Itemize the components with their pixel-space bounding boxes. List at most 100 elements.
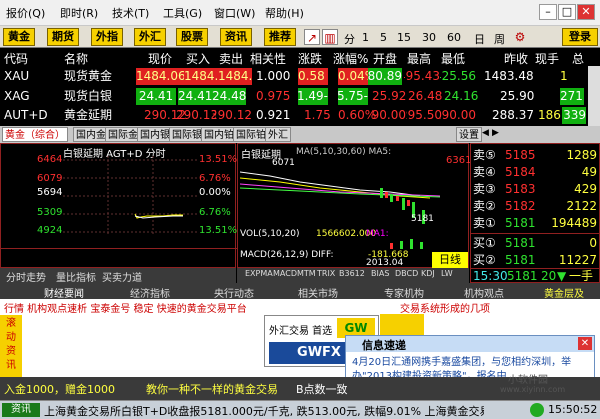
low-marker: 5181 [411, 214, 434, 224]
menu-help[interactable]: 帮助(H) [265, 5, 304, 21]
tab-central-bank[interactable]: 央行动态 [214, 285, 254, 300]
row-corr: 0.975 [256, 89, 291, 103]
tab-domestic-silver[interactable]: 国内银 [137, 127, 173, 142]
period-30[interactable]: 30 [422, 31, 436, 44]
col-code[interactable]: 代码 [4, 50, 28, 67]
arrow-left-icon[interactable]: ◀ [482, 128, 492, 140]
close-icon[interactable]: ✕ [577, 4, 595, 20]
period-1[interactable]: 1 [362, 31, 369, 44]
menu-tools[interactable]: 工具(G) [163, 5, 202, 21]
tab-domestic-platinum[interactable]: 国内铂 [201, 127, 237, 142]
period-15[interactable]: 15 [397, 31, 411, 44]
candle-chart-icon[interactable]: ▥ [322, 29, 338, 45]
period-60[interactable]: 60 [447, 31, 461, 44]
col-total[interactable]: 总 [572, 50, 584, 67]
arrow-right-icon[interactable]: ▶ [492, 128, 502, 140]
tab-kdj[interactable]: KDJ [421, 269, 435, 278]
login-button[interactable]: 登录 [562, 28, 598, 46]
col-open[interactable]: 开盘 [373, 50, 397, 67]
period-day[interactable]: 日 [474, 31, 485, 47]
stocks-button[interactable]: 股票 [176, 28, 208, 46]
tab-gold-all[interactable]: 黄金（综合） [2, 127, 68, 142]
side-char: 资 [6, 346, 16, 357]
promo-mid[interactable]: 教你一种不一样的黄金交易 [146, 381, 278, 397]
tab-macd[interactable]: MACD [273, 269, 297, 278]
promo-right[interactable]: B点数一致 [296, 381, 348, 397]
col-price[interactable]: 现价 [148, 50, 172, 67]
menu-quote[interactable]: 报价(Q) [6, 5, 45, 21]
menu-realtime[interactable]: 即时(R) [60, 5, 98, 21]
news-ticker[interactable]: 行情 机构观点速析 宝泰金号 稳定 快速的黄金交易平台 交易系统形成的几项 [0, 299, 600, 315]
col-change[interactable]: 涨跌 [298, 50, 322, 67]
tab-buy-sell-force[interactable]: 买卖力道 [102, 269, 142, 284]
maximize-icon[interactable]: □ [558, 4, 576, 20]
col-name[interactable]: 名称 [64, 50, 88, 67]
futures-button[interactable]: 期货 [47, 28, 79, 46]
period-day-badge[interactable]: 日线 [432, 252, 468, 268]
tab-gold-more[interactable]: 黄金层及 [544, 285, 584, 300]
line-chart-icon[interactable]: ↗ [304, 29, 320, 45]
tab-volume-ratio[interactable]: 量比指标 [56, 269, 96, 284]
vertical-scrollbar[interactable] [588, 66, 600, 126]
col-high[interactable]: 最高 [407, 50, 431, 67]
col-prev[interactable]: 昨收 [504, 50, 528, 67]
settings-button[interactable]: 设置 [456, 127, 482, 142]
vol-ma: MA1: [366, 229, 389, 239]
settings-icon[interactable]: ⚙ [512, 29, 528, 45]
tab-experts[interactable]: 专家机构 [384, 285, 424, 300]
col-bid[interactable]: 买入 [186, 50, 210, 67]
axis-tick: 6.76% [199, 173, 231, 184]
col-pct[interactable]: 涨幅% [333, 50, 368, 67]
period-minute[interactable]: 分 [344, 31, 355, 47]
table-row[interactable]: XAG 现货白银 24.41 24.41 24.48 0.975 -1.49 -… [0, 88, 600, 106]
table-row[interactable]: AUT+D 黄金延期 290.12 290.13 290.12 0.921 1.… [0, 107, 600, 125]
tab-domestic-gold[interactable]: 国内金 [73, 127, 109, 142]
row-pct: 0.04% [338, 68, 368, 85]
tab-b3612[interactable]: B3612 [339, 269, 365, 278]
close-icon[interactable]: ✕ [578, 337, 592, 350]
foreign-index-button[interactable]: 外指 [91, 28, 123, 46]
row-change: 0.58 [298, 68, 328, 85]
row-corr: 1.000 [256, 69, 291, 83]
scroll-news-label[interactable]: 滚 动 资 讯 [0, 315, 22, 377]
tab-lw[interactable]: LW [441, 269, 453, 278]
tab-intraday[interactable]: 分时走势 [6, 269, 46, 284]
tab-finance-news[interactable]: 财经要闻 [44, 285, 84, 300]
col-vol[interactable]: 现手 [535, 50, 559, 67]
row-low: 24.16 [444, 89, 479, 103]
period-week[interactable]: 周 [494, 31, 505, 47]
tab-forex[interactable]: 外汇 [265, 127, 291, 142]
period-5[interactable]: 5 [380, 31, 387, 44]
gold-button[interactable]: 黄金 [3, 28, 35, 46]
intraday-chart[interactable]: 白银延期 AGT+D 分时 6464 6079 5694 5309 4924 1… [0, 143, 237, 268]
tab-institution-view[interactable]: 机构观点 [464, 285, 504, 300]
bid-label: 买① [473, 236, 496, 250]
news-button[interactable]: 资讯 [220, 28, 252, 46]
tab-mtm[interactable]: MTM [297, 269, 316, 278]
table-row[interactable]: XAU 现货黄金 1484.06 1484.06 1484.56 1.000 0… [0, 68, 600, 86]
ma60-line [240, 187, 441, 198]
price-marker: 6071 [272, 158, 295, 168]
forex-button[interactable]: 外汇 [134, 28, 166, 46]
kline-chart[interactable]: 白银延期 MA(5,10,30,60) MA5: 6361 6071 5181 … [237, 143, 471, 268]
tab-intl-platinum[interactable]: 国际铂 [233, 127, 269, 142]
minimize-icon[interactable]: – [539, 4, 557, 20]
col-low[interactable]: 最低 [441, 50, 465, 67]
tab-intl-gold[interactable]: 国际金 [105, 127, 141, 142]
menu-technical[interactable]: 技术(T) [112, 5, 149, 21]
menu-bar: 报价(Q) 即时(R) 技术(T) 工具(G) 窗口(W) 帮助(H) – □ … [0, 0, 600, 26]
col-corr[interactable]: 相关性 [250, 50, 286, 67]
col-ask[interactable]: 卖出 [219, 50, 243, 67]
tab-dbcd[interactable]: DBCD [395, 269, 418, 278]
recommend-button[interactable]: 推荐 [264, 28, 296, 46]
tab-related-markets[interactable]: 相关市场 [298, 285, 338, 300]
menu-window[interactable]: 窗口(W) [214, 5, 255, 21]
tab-expma[interactable]: EXPMA [245, 269, 273, 278]
tab-trix[interactable]: TRIX [317, 269, 335, 278]
tab-economic[interactable]: 经济指标 [130, 285, 170, 300]
watermark-sub: www.xiyinn.com [500, 385, 566, 394]
news-status-icon[interactable]: 资讯 [2, 403, 40, 417]
promo-left[interactable]: 入金1000，赠金1000 [4, 381, 115, 397]
tab-bias[interactable]: BIAS [371, 269, 389, 278]
tab-intl-silver[interactable]: 国际银 [169, 127, 205, 142]
